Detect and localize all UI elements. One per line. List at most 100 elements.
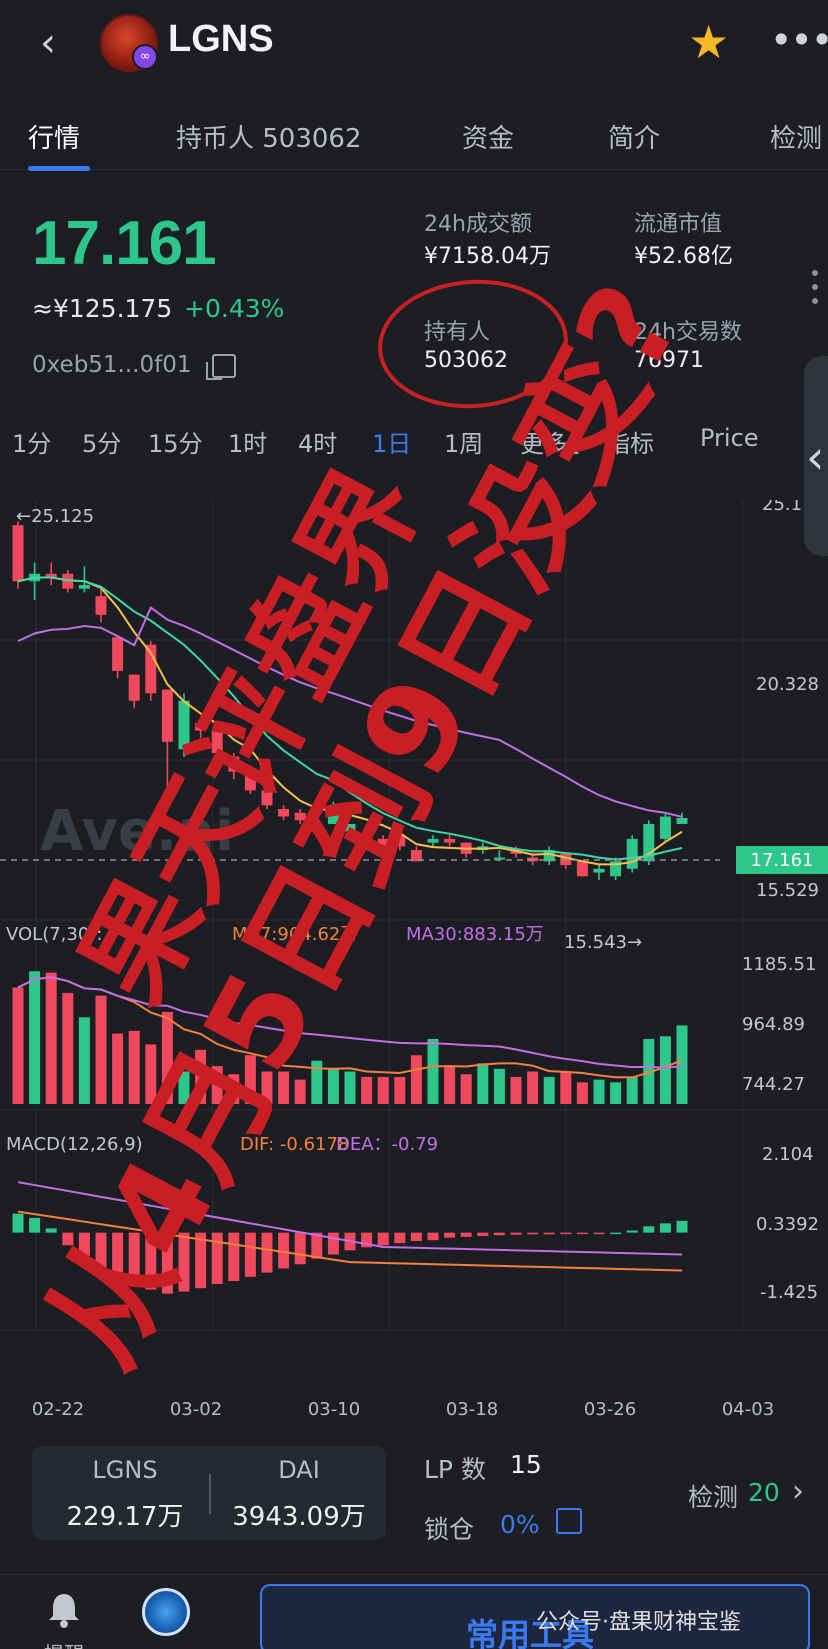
pair-left-amount: 229.17万 bbox=[66, 1502, 184, 1532]
volume-bar bbox=[593, 1079, 605, 1104]
lp-count-value: 15 bbox=[510, 1450, 542, 1479]
candle-body bbox=[211, 730, 223, 754]
macd-axis-tick: -1.425 bbox=[760, 1282, 818, 1303]
volume-bar bbox=[676, 1025, 688, 1104]
macd-bar bbox=[327, 1232, 339, 1255]
volume-bar bbox=[145, 1044, 157, 1104]
lock-value[interactable]: 0% bbox=[500, 1510, 540, 1539]
candle-body bbox=[161, 689, 173, 742]
macd-axis-tick: 2.104 bbox=[762, 1144, 814, 1165]
interval-4h[interactable]: 4时 bbox=[298, 424, 337, 459]
pair-left-name: LGNS bbox=[92, 1456, 158, 1484]
interval-15m[interactable]: 15分 bbox=[148, 424, 203, 459]
vol-axis-tick: 1185.51 bbox=[742, 954, 816, 975]
macd-bar bbox=[610, 1232, 622, 1235]
price-toggle[interactable]: Price bbox=[700, 424, 759, 452]
market-cap-value: ¥52.68亿 bbox=[634, 244, 733, 269]
high-marker: ←25.125 bbox=[16, 506, 94, 527]
interval-1m[interactable]: 1分 bbox=[12, 424, 51, 459]
tx-count-value: 76971 bbox=[634, 348, 704, 373]
volume-bar bbox=[294, 1079, 306, 1104]
token-swap-icon[interactable] bbox=[142, 1588, 190, 1636]
volume-bar bbox=[244, 1055, 256, 1104]
volume-bar bbox=[261, 1071, 273, 1104]
volume-bar bbox=[493, 1068, 505, 1104]
macd-bar bbox=[560, 1232, 572, 1235]
macd-bar bbox=[244, 1232, 256, 1277]
header-bar: ‹ ∞ LGNS ★ ••• bbox=[0, 0, 828, 92]
macd-bar bbox=[593, 1232, 605, 1235]
candle-body bbox=[112, 637, 124, 671]
copy-icon[interactable] bbox=[206, 354, 236, 380]
candle-body bbox=[593, 868, 605, 873]
volume-bar bbox=[195, 1049, 207, 1104]
macd-bar bbox=[161, 1232, 173, 1294]
date-axis-label: 03-02 bbox=[170, 1399, 222, 1420]
volume-bar bbox=[211, 1066, 223, 1104]
tab-bar: 行情 持币人 503062 资金 简介 检测 bbox=[0, 110, 828, 171]
low-marker: 15.543→ bbox=[564, 932, 642, 953]
candle-body bbox=[178, 700, 190, 750]
vol-title: VOL(7,30): bbox=[6, 924, 102, 945]
interval-more[interactable]: 更多▲ bbox=[520, 424, 579, 459]
detect-label[interactable]: 检测 bbox=[688, 1478, 738, 1514]
volume-bar bbox=[178, 1071, 190, 1104]
macd-bar bbox=[676, 1220, 688, 1233]
volume-bar bbox=[128, 1030, 140, 1104]
volume-bar bbox=[610, 1082, 622, 1104]
back-icon[interactable]: ‹ bbox=[40, 20, 80, 66]
tab-holders[interactable]: 持币人 503062 bbox=[176, 118, 362, 155]
candle-body bbox=[195, 723, 207, 731]
more-icon[interactable]: ••• bbox=[770, 20, 828, 60]
volume-bar bbox=[527, 1071, 539, 1104]
volume-bar bbox=[543, 1076, 555, 1104]
date-axis-label: 03-18 bbox=[446, 1399, 498, 1420]
candle-body bbox=[344, 823, 356, 832]
tab-funds[interactable]: 资金 bbox=[462, 118, 514, 155]
candle-body bbox=[95, 596, 107, 615]
bell-icon[interactable] bbox=[44, 1590, 84, 1630]
pair-right-amount: 3943.09万 bbox=[232, 1502, 366, 1532]
chevron-left-icon[interactable]: ‹ bbox=[806, 430, 824, 484]
macd-bar bbox=[228, 1232, 240, 1282]
macd-bar bbox=[427, 1232, 439, 1241]
interval-1w[interactable]: 1周 bbox=[444, 424, 483, 459]
candle-body bbox=[12, 525, 24, 582]
date-axis-label: 02-22 bbox=[32, 1399, 84, 1420]
interval-5m[interactable]: 5分 bbox=[82, 424, 121, 459]
candle-body bbox=[659, 816, 671, 839]
macd-bar bbox=[377, 1232, 389, 1246]
candle-body bbox=[626, 838, 638, 869]
vol-axis-tick: 744.27 bbox=[742, 1074, 805, 1095]
price-change: +0.43% bbox=[184, 294, 285, 323]
chevron-right-icon[interactable]: › bbox=[792, 1474, 804, 1509]
tab-check[interactable]: 检测 bbox=[770, 118, 822, 155]
volume-bar bbox=[427, 1038, 439, 1104]
volume-bar bbox=[12, 987, 24, 1104]
vertical-more-icon[interactable] bbox=[812, 270, 820, 314]
macd-bar bbox=[45, 1228, 57, 1233]
volume-bar bbox=[659, 1036, 671, 1104]
volume-bar bbox=[112, 1033, 124, 1104]
macd-bar bbox=[460, 1232, 472, 1237]
candle-body bbox=[394, 835, 406, 847]
tab-intro[interactable]: 简介 bbox=[608, 118, 660, 155]
kline-chart[interactable]: Ave.ai 17.161 ←25.125 15.543→ 25.1 20.32… bbox=[0, 500, 828, 1430]
current-price: 17.161 bbox=[32, 209, 217, 278]
candle-body bbox=[676, 818, 688, 824]
vol-ma7: MA7:904.62万 bbox=[232, 924, 358, 945]
alert-label[interactable]: 提醒 bbox=[44, 1638, 84, 1649]
volume-bar bbox=[327, 1068, 339, 1104]
interval-1h[interactable]: 1时 bbox=[228, 424, 267, 459]
detect-count[interactable]: 20 bbox=[748, 1478, 780, 1507]
favorite-star-icon[interactable]: ★ bbox=[688, 18, 729, 66]
indicator-button[interactable]: 指标 bbox=[606, 424, 654, 459]
volume-bar bbox=[45, 972, 57, 1104]
interval-1d[interactable]: 1日 bbox=[372, 424, 411, 459]
external-link-icon[interactable] bbox=[556, 1508, 582, 1534]
tab-market[interactable]: 行情 bbox=[28, 118, 80, 155]
wechat-watermark: 公众号·盘果财神宝鉴 bbox=[536, 1610, 741, 1635]
hand-drawn-circle bbox=[373, 273, 573, 415]
date-axis-label: 03-10 bbox=[308, 1399, 360, 1420]
volume-bar bbox=[377, 1076, 389, 1104]
